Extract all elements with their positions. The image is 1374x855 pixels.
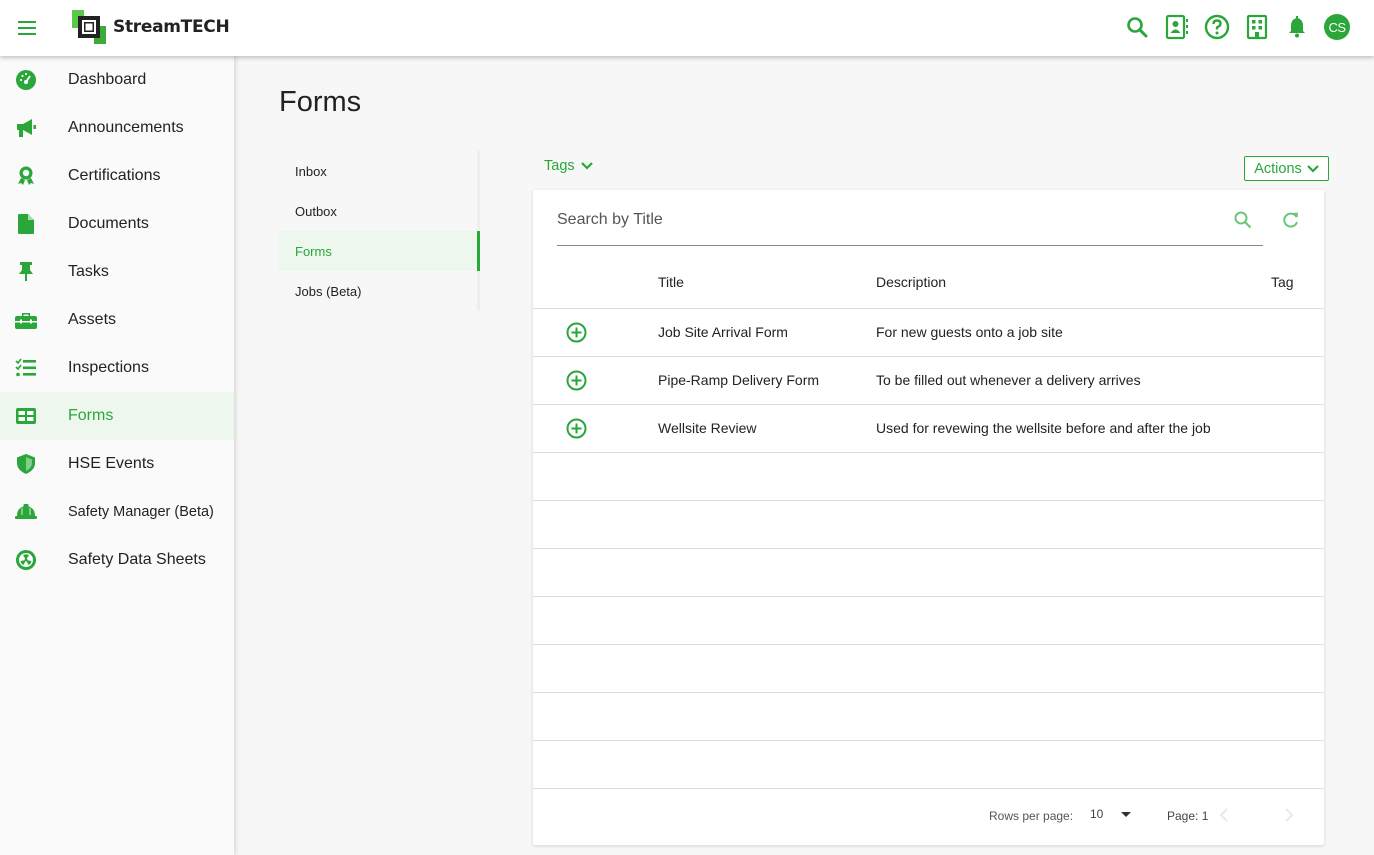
sidebar-item-forms[interactable]: Forms [0,392,234,440]
hazard-icon [14,548,38,572]
bell-icon[interactable] [1284,14,1310,40]
building-icon[interactable] [1244,14,1270,40]
document-icon [14,212,38,236]
actions-label: Actions [1254,160,1302,177]
sidebar-item-announcements[interactable]: Announcements [0,104,234,152]
toolbox-icon [14,308,38,332]
row-description: To be filled out whenever a delivery arr… [876,372,1141,388]
table-row[interactable]: Wellsite Review Used for revewing the we… [533,405,1324,453]
row-title: Pipe-Ramp Delivery Form [658,372,820,388]
empty-row [533,501,1324,549]
forms-subnav: Inbox Outbox Forms Jobs (Beta) [279,151,480,311]
table-header: Title Description Tag [533,260,1324,309]
sidebar-item-label: Assets [68,311,117,328]
tags-dropdown[interactable]: Tags [544,158,593,174]
table-body: Job Site Arrival Form For new guests ont… [533,309,1324,789]
chevron-down-icon [580,162,593,170]
rows-per-page-label: Rows per page: [989,809,1074,823]
megaphone-icon [14,116,38,140]
empty-row [533,453,1324,501]
contacts-icon[interactable] [1164,14,1190,40]
search-field [557,204,1263,246]
row-description: For new guests onto a job site [876,324,1063,340]
sidebar-item-label: Certifications [68,167,161,184]
add-circle-icon[interactable] [566,418,587,442]
row-description: Used for revewing the wellsite before an… [876,420,1211,436]
sidebar-item-dashboard[interactable]: Dashboard [0,56,234,104]
previous-page-button[interactable] [1219,807,1229,826]
row-title: Job Site Arrival Form [658,324,788,340]
sidebar: Dashboard Announcements Certifications D… [0,56,234,855]
add-circle-icon[interactable] [566,322,587,346]
rows-per-page-value: 10 [1090,807,1104,821]
brand-name: StreamTECH [113,17,230,37]
table-row[interactable]: Job Site Arrival Form For new guests ont… [533,309,1324,357]
sidebar-item-hse-events[interactable]: HSE Events [0,440,234,488]
page-indicator: Page: 1 [1167,809,1209,823]
actions-button[interactable]: Actions [1244,156,1329,181]
chevron-left-icon [1219,808,1228,822]
tags-label: Tags [544,158,575,174]
sidebar-item-assets[interactable]: Assets [0,296,234,344]
form-icon [14,404,38,428]
refresh-icon[interactable] [1281,210,1301,235]
sidebar-item-certifications[interactable]: Certifications [0,152,234,200]
subnav-item-outbox[interactable]: Outbox [279,191,480,231]
checklist-icon [14,356,38,380]
subnav-item-inbox[interactable]: Inbox [279,151,480,191]
table-row[interactable]: Pipe-Ramp Delivery Form To be filled out… [533,357,1324,405]
column-header-tag[interactable]: Tag [1271,274,1294,290]
award-icon [14,164,38,188]
sidebar-item-safety-manager[interactable]: Safety Manager (Beta) [0,488,234,536]
empty-row [533,549,1324,597]
empty-row [533,693,1324,741]
search-input[interactable] [557,204,1217,236]
logo-mark-icon [70,8,108,46]
hardhat-icon [14,500,38,524]
caret-down-icon [1121,811,1132,817]
sidebar-item-safety-data-sheets[interactable]: Safety Data Sheets [0,536,234,584]
dashboard-icon [14,68,38,92]
help-icon[interactable] [1204,14,1230,40]
chevron-down-icon [1307,164,1319,173]
empty-row [533,597,1324,645]
sidebar-item-label: Safety Data Sheets [68,551,206,568]
column-header-description[interactable]: Description [876,274,946,290]
empty-row [533,741,1324,789]
next-page-button[interactable] [1284,807,1294,826]
sidebar-item-label: Tasks [68,263,109,280]
rows-per-page-select[interactable]: 10 [1090,807,1132,821]
search-icon[interactable] [1233,210,1253,235]
pin-icon [14,260,38,284]
shield-icon [14,452,38,476]
sidebar-item-label: Forms [68,407,114,424]
search-icon[interactable] [1124,14,1150,40]
column-header-title[interactable]: Title [658,274,684,290]
sidebar-item-documents[interactable]: Documents [0,200,234,248]
empty-row [533,645,1324,693]
row-title: Wellsite Review [658,420,757,436]
add-circle-icon[interactable] [566,370,587,394]
page-title: Forms [279,86,362,118]
chevron-right-icon [1285,808,1294,822]
menu-icon[interactable] [16,17,40,39]
forms-table-card: Title Description Tag Job Site Arrival F… [533,190,1324,845]
sidebar-item-tasks[interactable]: Tasks [0,248,234,296]
sidebar-item-label: HSE Events [68,455,155,472]
sidebar-item-inspections[interactable]: Inspections [0,344,234,392]
subnav-item-forms[interactable]: Forms [279,231,480,271]
sidebar-item-label: Documents [68,215,149,232]
sidebar-item-label: Announcements [68,119,184,136]
sidebar-item-label: Dashboard [68,71,147,88]
subnav-item-jobs[interactable]: Jobs (Beta) [279,271,480,311]
table-pagination: Rows per page: 10 Page: 1 [533,789,1324,845]
avatar[interactable]: CS [1324,14,1350,40]
logo[interactable]: StreamTECH [70,8,230,46]
sidebar-item-label: Safety Manager (Beta) [68,504,214,520]
top-app-bar: StreamTECH CS [0,0,1374,56]
sidebar-item-label: Inspections [68,359,149,376]
